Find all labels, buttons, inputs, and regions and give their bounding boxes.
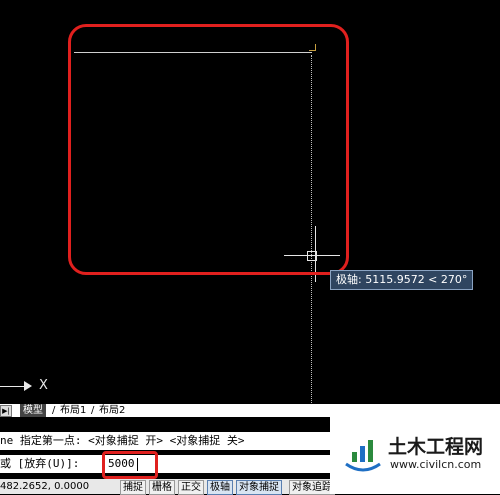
highlight-annotation <box>68 24 349 275</box>
command-history-line: ne 指定第一点: <对象捕捉 开> <对象捕捉 关> <box>0 432 330 450</box>
watermark-title: 土木工程网 <box>388 436 484 458</box>
watermark: 土木工程网 www.civilcn.com <box>330 404 500 494</box>
watermark-url: www.civilcn.com <box>390 458 482 471</box>
input-highlight-box <box>102 451 158 479</box>
tab-layout2[interactable]: 布局2 <box>96 404 128 417</box>
coordinate-readout: 482.2652, 0.0000 <box>0 481 90 492</box>
ucs-arrow-icon <box>24 381 32 391</box>
polar-tooltip: 极轴: 5115.9572 < 270° <box>330 270 474 290</box>
snap-button[interactable]: 捕捉 <box>120 480 146 495</box>
status-bar: 482.2652, 0.0000 捕捉 栅格 正交 极轴 对象捕捉 对象追踪 <box>0 479 335 495</box>
tab-layout1[interactable]: 布局1 <box>57 404 89 417</box>
ortho-button[interactable]: 正交 <box>178 480 204 495</box>
tab-nav-last-icon[interactable]: ▶| <box>0 405 12 417</box>
command-prompt-line[interactable]: 或 [放弃(U)]: <box>0 455 330 473</box>
drawing-canvas[interactable]: 极轴: 5115.9572 < 270° X <box>0 0 500 407</box>
ucs-x-label: X <box>39 378 48 393</box>
tab-model[interactable]: 模型 <box>20 404 46 417</box>
object-tracking-button[interactable]: 对象追踪 <box>289 480 335 495</box>
object-snap-button[interactable]: 对象捕捉 <box>236 480 282 495</box>
polar-button[interactable]: 极轴 <box>207 480 233 495</box>
civilcn-logo-icon <box>345 440 381 472</box>
grid-button[interactable]: 栅格 <box>149 480 175 495</box>
